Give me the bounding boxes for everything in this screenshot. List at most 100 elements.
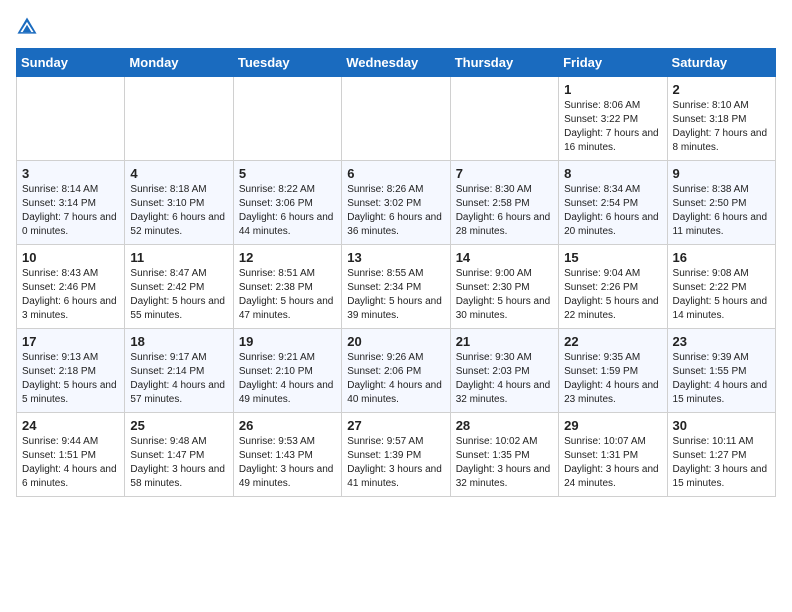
- cell-day-number: 3: [22, 166, 119, 181]
- cell-day-number: 27: [347, 418, 444, 433]
- cell-info: Sunrise: 10:07 AMSunset: 1:31 PMDaylight…: [564, 435, 661, 491]
- calendar-cell: 17 Sunrise: 9:13 AMSunset: 2:18 PMDayligh…: [17, 329, 125, 413]
- cell-info: Sunrise: 9:21 AMSunset: 2:10 PMDaylight:…: [239, 351, 336, 407]
- cell-info: Sunrise: 9:30 AMSunset: 2:03 PMDaylight:…: [456, 351, 553, 407]
- calendar-header-sunday: Sunday: [17, 49, 125, 77]
- calendar-cell: 1 Sunrise: 8:06 AMSunset: 3:22 PMDaylight…: [559, 77, 667, 161]
- calendar-cell: 7 Sunrise: 8:30 AMSunset: 2:58 PMDaylight…: [450, 161, 558, 245]
- calendar-header-monday: Monday: [125, 49, 233, 77]
- cell-day-number: 11: [130, 250, 227, 265]
- cell-day-number: 30: [673, 418, 770, 433]
- calendar-cell: [233, 77, 341, 161]
- cell-day-number: 20: [347, 334, 444, 349]
- cell-day-number: 24: [22, 418, 119, 433]
- calendar-cell: [450, 77, 558, 161]
- calendar-cell: 24 Sunrise: 9:44 AMSunset: 1:51 PMDayligh…: [17, 413, 125, 497]
- cell-day-number: 18: [130, 334, 227, 349]
- calendar-cell: 19 Sunrise: 9:21 AMSunset: 2:10 PMDayligh…: [233, 329, 341, 413]
- calendar-cell: 9Sunrise: 8:38 AMSunset: 2:50 PMDaylight…: [667, 161, 775, 245]
- cell-info: Sunrise: 8:43 AMSunset: 2:46 PMDaylight:…: [22, 267, 119, 323]
- cell-info: Sunrise: 8:30 AMSunset: 2:58 PMDaylight:…: [456, 183, 553, 239]
- cell-day-number: 29: [564, 418, 661, 433]
- cell-day-number: 21: [456, 334, 553, 349]
- cell-day-number: 13: [347, 250, 444, 265]
- cell-info: Sunrise: 10:11 AMSunset: 1:27 PMDaylight…: [673, 435, 770, 491]
- calendar-cell: 18 Sunrise: 9:17 AMSunset: 2:14 PMDayligh…: [125, 329, 233, 413]
- cell-info: Sunrise: 9:17 AMSunset: 2:14 PMDaylight:…: [130, 351, 227, 407]
- cell-info: Sunrise: 8:10 AMSunset: 3:18 PMDaylight:…: [673, 99, 770, 155]
- calendar-header-tuesday: Tuesday: [233, 49, 341, 77]
- cell-info: Sunrise: 8:22 AMSunset: 3:06 PMDaylight:…: [239, 183, 336, 239]
- calendar-cell: 16 Sunrise: 9:08 AMSunset: 2:22 PMDayligh…: [667, 245, 775, 329]
- cell-day-number: 23: [673, 334, 770, 349]
- cell-info: Sunrise: 9:13 AMSunset: 2:18 PMDaylight:…: [22, 351, 119, 407]
- calendar-cell: 14Sunrise: 9:00 AMSunset: 2:30 PMDayligh…: [450, 245, 558, 329]
- calendar-cell: 15 Sunrise: 9:04 AMSunset: 2:26 PMDayligh…: [559, 245, 667, 329]
- calendar-header-row: SundayMondayTuesdayWednesdayThursdayFrid…: [17, 49, 776, 77]
- calendar-cell: [342, 77, 450, 161]
- calendar-cell: [125, 77, 233, 161]
- calendar-week-2: 3 Sunrise: 8:14 AMSunset: 3:14 PMDaylight…: [17, 161, 776, 245]
- calendar-header-thursday: Thursday: [450, 49, 558, 77]
- cell-info: Sunrise: 9:04 AMSunset: 2:26 PMDaylight:…: [564, 267, 661, 323]
- cell-info: Sunrise: 8:47 AMSunset: 2:42 PMDaylight:…: [130, 267, 227, 323]
- cell-day-number: 2: [673, 82, 770, 97]
- calendar-header-saturday: Saturday: [667, 49, 775, 77]
- logo: [16, 16, 42, 38]
- calendar-cell: 4 Sunrise: 8:18 AMSunset: 3:10 PMDaylight…: [125, 161, 233, 245]
- calendar-cell: 23 Sunrise: 9:39 AMSunset: 1:55 PMDayligh…: [667, 329, 775, 413]
- calendar-header-wednesday: Wednesday: [342, 49, 450, 77]
- cell-info: Sunrise: 9:39 AMSunset: 1:55 PMDaylight:…: [673, 351, 770, 407]
- cell-day-number: 25: [130, 418, 227, 433]
- cell-info: Sunrise: 8:34 AMSunset: 2:54 PMDaylight:…: [564, 183, 661, 239]
- cell-day-number: 14: [456, 250, 553, 265]
- cell-day-number: 16: [673, 250, 770, 265]
- cell-info: Sunrise: 9:35 AMSunset: 1:59 PMDaylight:…: [564, 351, 661, 407]
- calendar-week-5: 24 Sunrise: 9:44 AMSunset: 1:51 PMDayligh…: [17, 413, 776, 497]
- calendar-cell: 22 Sunrise: 9:35 AMSunset: 1:59 PMDayligh…: [559, 329, 667, 413]
- calendar-cell: 2 Sunrise: 8:10 AMSunset: 3:18 PMDaylight…: [667, 77, 775, 161]
- cell-info: Sunrise: 9:53 AMSunset: 1:43 PMDaylight:…: [239, 435, 336, 491]
- cell-info: Sunrise: 9:48 AMSunset: 1:47 PMDaylight:…: [130, 435, 227, 491]
- cell-day-number: 1: [564, 82, 661, 97]
- calendar-cell: 8 Sunrise: 8:34 AMSunset: 2:54 PMDaylight…: [559, 161, 667, 245]
- cell-day-number: 15: [564, 250, 661, 265]
- cell-day-number: 8: [564, 166, 661, 181]
- cell-info: Sunrise: 8:51 AMSunset: 2:38 PMDaylight:…: [239, 267, 336, 323]
- calendar-cell: 21 Sunrise: 9:30 AMSunset: 2:03 PMDayligh…: [450, 329, 558, 413]
- calendar-week-1: 1 Sunrise: 8:06 AMSunset: 3:22 PMDaylight…: [17, 77, 776, 161]
- cell-info: Sunrise: 9:44 AMSunset: 1:51 PMDaylight:…: [22, 435, 119, 491]
- calendar-cell: 6 Sunrise: 8:26 AMSunset: 3:02 PMDaylight…: [342, 161, 450, 245]
- calendar-cell: 3 Sunrise: 8:14 AMSunset: 3:14 PMDaylight…: [17, 161, 125, 245]
- logo-icon: [16, 16, 38, 38]
- cell-day-number: 22: [564, 334, 661, 349]
- calendar-cell: 29 Sunrise: 10:07 AMSunset: 1:31 PMDaylig…: [559, 413, 667, 497]
- header: [16, 16, 776, 38]
- cell-day-number: 17: [22, 334, 119, 349]
- cell-day-number: 9: [673, 166, 770, 181]
- cell-day-number: 7: [456, 166, 553, 181]
- calendar-cell: 30 Sunrise: 10:11 AMSunset: 1:27 PMDaylig…: [667, 413, 775, 497]
- cell-day-number: 4: [130, 166, 227, 181]
- cell-info: Sunrise: 8:14 AMSunset: 3:14 PMDaylight:…: [22, 183, 119, 239]
- calendar-cell: 26 Sunrise: 9:53 AMSunset: 1:43 PMDayligh…: [233, 413, 341, 497]
- cell-day-number: 26: [239, 418, 336, 433]
- cell-info: Sunrise: 8:55 AMSunset: 2:34 PMDaylight:…: [347, 267, 444, 323]
- cell-info: Sunrise: 8:26 AMSunset: 3:02 PMDaylight:…: [347, 183, 444, 239]
- cell-info: Sunrise: 10:02 AMSunset: 1:35 PMDaylight…: [456, 435, 553, 491]
- calendar-cell: 11 Sunrise: 8:47 AMSunset: 2:42 PMDayligh…: [125, 245, 233, 329]
- cell-info: Sunrise: 9:08 AMSunset: 2:22 PMDaylight:…: [673, 267, 770, 323]
- cell-day-number: 28: [456, 418, 553, 433]
- cell-day-number: 12: [239, 250, 336, 265]
- cell-day-number: 19: [239, 334, 336, 349]
- calendar-table: SundayMondayTuesdayWednesdayThursdayFrid…: [16, 48, 776, 497]
- calendar-cell: 5Sunrise: 8:22 AMSunset: 3:06 PMDaylight…: [233, 161, 341, 245]
- cell-day-number: 6: [347, 166, 444, 181]
- calendar-cell: 12 Sunrise: 8:51 AMSunset: 2:38 PMDayligh…: [233, 245, 341, 329]
- cell-info: Sunrise: 8:18 AMSunset: 3:10 PMDaylight:…: [130, 183, 227, 239]
- calendar-cell: 13 Sunrise: 8:55 AMSunset: 2:34 PMDayligh…: [342, 245, 450, 329]
- calendar-cell: 28 Sunrise: 10:02 AMSunset: 1:35 PMDaylig…: [450, 413, 558, 497]
- cell-info: Sunrise: 8:06 AMSunset: 3:22 PMDaylight:…: [564, 99, 661, 155]
- cell-info: Sunrise: 9:26 AMSunset: 2:06 PMDaylight:…: [347, 351, 444, 407]
- calendar-week-3: 10Sunrise: 8:43 AMSunset: 2:46 PMDayligh…: [17, 245, 776, 329]
